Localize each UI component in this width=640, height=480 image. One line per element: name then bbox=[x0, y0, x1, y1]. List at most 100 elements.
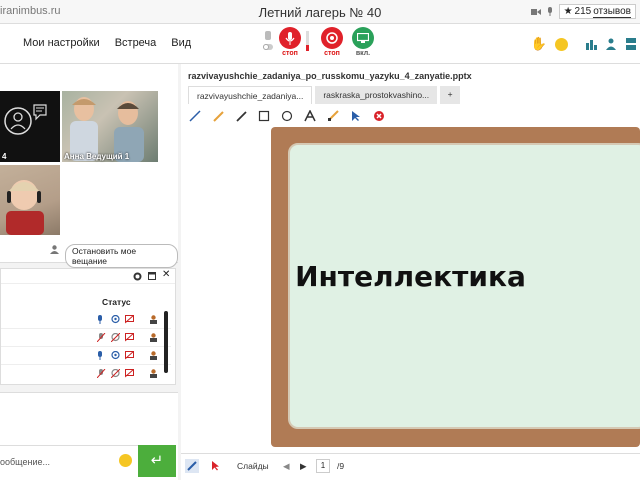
webcam-off-icon[interactable] bbox=[110, 368, 121, 380]
top-bar: iranimbus.ru Летний лагерь № 40 ★ 215 от… bbox=[0, 0, 640, 24]
send-button[interactable]: ↵ bbox=[138, 445, 176, 477]
screen-off-icon[interactable] bbox=[124, 368, 135, 380]
add-tab-button[interactable]: + bbox=[440, 86, 461, 104]
current-page-input[interactable]: 1 bbox=[316, 459, 330, 473]
menu-item-settings[interactable]: Мои настройки bbox=[23, 37, 100, 49]
slide-footer: Слайды ◀ ▶ 1 /9 bbox=[181, 453, 640, 480]
screen-off-icon[interactable] bbox=[124, 350, 135, 362]
menu-bar: Мои настройки Встреча Вид стоп стоп вкл.… bbox=[0, 24, 640, 64]
circle-tool-icon[interactable] bbox=[280, 109, 294, 123]
volume-toggle-icon[interactable] bbox=[263, 31, 273, 53]
screen-off-icon[interactable] bbox=[124, 332, 135, 344]
text-tool-icon[interactable] bbox=[303, 109, 317, 123]
star-icon: ★ bbox=[563, 6, 573, 17]
file-title: razvivayushchie_zadaniya_po_russkomu_yaz… bbox=[188, 71, 472, 81]
tile-label: 4 bbox=[2, 152, 7, 161]
pencil-tool-icon[interactable] bbox=[234, 109, 248, 123]
participants-panel: ✕ Статус bbox=[0, 268, 176, 385]
slides-label[interactable]: Слайды bbox=[237, 461, 269, 471]
participants-scrollbar[interactable] bbox=[164, 311, 168, 373]
video-camera-icon[interactable] bbox=[530, 8, 541, 16]
stats-icon[interactable] bbox=[586, 38, 598, 50]
pointer-tool-icon[interactable] bbox=[349, 109, 363, 123]
participant-row[interactable] bbox=[1, 365, 171, 383]
raise-hand-icon[interactable]: ✋ bbox=[531, 36, 547, 52]
camera-label: стоп bbox=[324, 50, 340, 57]
top-right-area: ★ 215 отзывов bbox=[530, 4, 636, 19]
tab-file-1[interactable]: razvivayushchie_zadaniya... bbox=[188, 86, 313, 104]
microphone-icon[interactable] bbox=[97, 351, 103, 362]
tile-label: Анна Ведущий 1 bbox=[64, 152, 130, 161]
video-tile-placeholder[interactable]: 4 bbox=[0, 91, 60, 162]
person-icon bbox=[50, 245, 59, 256]
participants-header: ✕ bbox=[1, 269, 175, 284]
main-menu: Мои настройки Встреча Вид bbox=[23, 37, 191, 49]
mic-control[interactable]: стоп bbox=[279, 27, 301, 57]
microphone-icon[interactable] bbox=[547, 6, 553, 17]
slide-heading: Интеллектика bbox=[295, 260, 526, 293]
user-avatar-icon bbox=[4, 104, 47, 135]
monitor-icon bbox=[357, 32, 369, 43]
menu-item-meeting[interactable]: Встреча bbox=[115, 37, 157, 49]
maximize-icon[interactable] bbox=[148, 272, 156, 280]
users-settings-icon[interactable] bbox=[606, 38, 618, 50]
user-role-icon bbox=[149, 315, 158, 326]
file-tabs: razvivayushchie_zadaniya... raskraska_pr… bbox=[188, 86, 461, 104]
highlighter-tool-icon[interactable] bbox=[211, 109, 225, 123]
user-role-icon bbox=[149, 333, 158, 344]
reviews-count: 215 bbox=[574, 6, 592, 17]
screen-label: вкл. bbox=[355, 50, 371, 57]
mic-button[interactable] bbox=[279, 27, 301, 49]
reviews-badge[interactable]: ★ 215 отзывов bbox=[558, 4, 636, 19]
participant-row[interactable] bbox=[1, 347, 171, 365]
microphone-icon bbox=[285, 31, 295, 45]
participant-row[interactable] bbox=[1, 329, 171, 347]
screen-share-button[interactable] bbox=[352, 27, 374, 49]
emoji-icon[interactable] bbox=[119, 454, 132, 467]
camera-control[interactable]: стоп bbox=[321, 27, 343, 57]
webcam-icon[interactable] bbox=[111, 314, 120, 326]
user-role-icon bbox=[149, 369, 158, 380]
user-role-icon bbox=[149, 351, 158, 362]
brush-tool-icon[interactable] bbox=[326, 109, 340, 123]
status-column-header: Статус bbox=[102, 297, 131, 307]
tab-file-2[interactable]: raskraska_prostokvashino... bbox=[315, 86, 438, 104]
rectangle-tool-icon[interactable] bbox=[257, 109, 271, 123]
mic-level-icon bbox=[306, 31, 309, 51]
chat-message-input[interactable]: ообщение... bbox=[0, 445, 138, 477]
microphone-off-icon[interactable] bbox=[96, 332, 106, 344]
presentation-area: razvivayushchie_zadaniya_po_russkomu_yaz… bbox=[181, 64, 640, 480]
right-toolbar: ✋ bbox=[531, 36, 636, 52]
participant-row[interactable] bbox=[1, 311, 171, 329]
video-tile-child[interactable] bbox=[0, 165, 60, 235]
video-area: 4 Анна Ведущий 1 Остановить мое вещание bbox=[0, 64, 178, 268]
layout-icon[interactable] bbox=[626, 38, 636, 50]
cursor-icon[interactable] bbox=[211, 461, 220, 471]
screen-off-icon[interactable] bbox=[124, 314, 135, 326]
mic-label: стоп bbox=[282, 50, 298, 57]
camera-button[interactable] bbox=[321, 27, 343, 49]
screen-control[interactable]: вкл. bbox=[352, 27, 374, 57]
next-slide-icon[interactable]: ▶ bbox=[300, 461, 307, 472]
emoji-icon[interactable] bbox=[555, 37, 568, 51]
line-tool-icon[interactable] bbox=[188, 109, 202, 123]
webcam-off-icon[interactable] bbox=[110, 332, 121, 344]
drawing-toolbar bbox=[188, 108, 386, 124]
microphone-off-icon[interactable] bbox=[96, 368, 106, 380]
chat-panel: ообщение... ↵ bbox=[0, 392, 178, 480]
menu-item-view[interactable]: Вид bbox=[171, 37, 191, 49]
total-pages: /9 bbox=[337, 461, 345, 471]
gear-icon[interactable] bbox=[133, 272, 142, 281]
video-feed-image bbox=[6, 180, 44, 235]
previous-slide-icon[interactable]: ◀ bbox=[283, 461, 290, 472]
stop-broadcast-button[interactable]: Остановить мое вещание bbox=[65, 244, 178, 268]
left-panel: 4 Анна Ведущий 1 Остановить мое вещание … bbox=[0, 64, 178, 480]
webcam-icon bbox=[326, 32, 338, 44]
reviews-word: отзывов bbox=[593, 5, 631, 18]
microphone-icon[interactable] bbox=[97, 315, 103, 326]
clear-tool-icon[interactable] bbox=[372, 109, 386, 123]
close-icon[interactable]: ✕ bbox=[162, 269, 170, 280]
webcam-icon[interactable] bbox=[111, 350, 120, 362]
annotate-icon[interactable] bbox=[185, 459, 199, 473]
video-tile-anna[interactable]: Анна Ведущий 1 bbox=[62, 91, 158, 162]
